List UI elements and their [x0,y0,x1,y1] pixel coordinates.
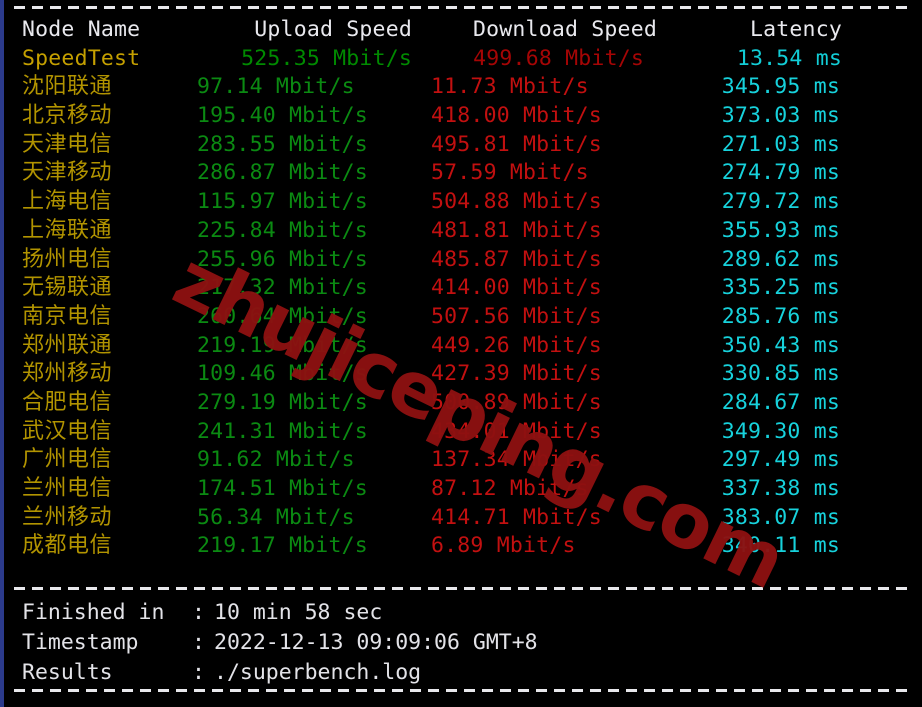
table-row: 天津电信 283.55 Mbit/s 495.81 Mbit/s 271.03 ms [12,131,904,160]
latency-cell: 337.38 ms [721,476,840,501]
latency-cell: 284.67 ms [721,389,840,415]
table-row: 广州电信 91.62 Mbit/s 137.34 Mbit/s 297.49 ms [12,446,904,475]
table-row: 上海联通 225.84 Mbit/s 481.81 Mbit/s 355.93 ms [12,217,904,246]
table-row: 兰州电信 174.51 Mbit/s 87.12 Mbit/s 337.38 ms [12,475,904,504]
footer-value: ./superbench.log [214,660,422,685]
table-row: 成都电信 219.17 Mbit/s 6.89 Mbit/s 340.11 ms [12,532,904,561]
table-body: 沈阳联通 97.14 Mbit/s 11.73 Mbit/s 345.95 ms 北京移… [12,73,904,561]
table-row: 北京移动 195.40 Mbit/s 418.00 Mbit/s 373.03 ms [12,102,904,131]
footer-separator: : [192,600,205,625]
table-row: 兰州移动 56.34 Mbit/s 414.71 Mbit/s 383.07 ms [12,504,904,533]
footer-label: Timestamp [22,630,139,655]
latency-cell: 335.25 ms [721,275,840,301]
latency-cell: 349.30 ms [721,418,840,444]
footer-label: Finished in [22,600,165,625]
latency-cell: 383.07 ms [721,504,840,530]
table-row: 郑州移动 109.46 Mbit/s 427.39 Mbit/s 330.85 ms [12,360,904,389]
footer-line: Results: ./superbench.log [22,658,538,688]
divider-bottom [14,689,914,692]
terminal-window: Node Name Upload Speed Download Speed La… [0,0,922,707]
table-row: 扬州电信 255.96 Mbit/s 485.87 Mbit/s 289.62 ms [12,246,904,275]
summary-latency: 13.54 ms [736,45,842,71]
table-row: 合肥电信 279.19 Mbit/s 500.89 Mbit/s 284.67 ms [12,389,904,418]
latency-cell: 350.43 ms [721,332,840,358]
latency-cell: 271.03 ms [721,131,840,157]
footer-label: Results [22,660,113,685]
latency-cell: 274.79 ms [721,160,840,186]
footer-value: 2022-12-13 09:09:06 GMT+8 [214,630,538,655]
divider-middle [14,587,914,590]
latency-cell: 297.49 ms [721,447,840,473]
table-row: 天津移动 286.87 Mbit/s 57.59 Mbit/s 274.79 ms [12,159,904,188]
table-row: 南京电信 260.64 Mbit/s 507.56 Mbit/s 285.76 ms [12,303,904,332]
table-row-summary: SpeedTest 525.35 Mbit/s 499.68 Mbit/s 13… [12,45,904,74]
table-row: 沈阳联通 97.14 Mbit/s 11.73 Mbit/s 345.95 ms [12,73,904,102]
speedtest-results-table: Node Name Upload Speed Download Speed La… [12,16,904,561]
table-row: 无锡联通 217.32 Mbit/s 414.00 Mbit/s 335.25 ms [12,274,904,303]
divider-top [14,6,914,9]
latency-cell: 279.72 ms [721,189,840,215]
footer-value: 10 min 58 sec [214,600,383,625]
latency-cell: 330.85 ms [721,361,840,387]
table-header-row: Node Name Upload Speed Download Speed La… [12,16,904,45]
footer-separator: : [192,660,205,685]
latency-cell: 340.11 ms [721,533,840,559]
latency-cell: 355.93 ms [721,217,840,243]
table-row: 郑州联通 219.19 Mbit/s 449.26 Mbit/s 350.43 ms [12,332,904,361]
summary-footer: Finished in:10 min 58 sec Timestamp:2022-… [22,598,538,688]
latency-cell: 289.62 ms [721,246,840,272]
table-row: 武汉电信 241.31 Mbit/s 434.01 Mbit/s 349.30 ms [12,418,904,447]
footer-line: Finished in:10 min 58 sec [22,598,538,628]
footer-separator: : [192,630,205,655]
latency-cell: 285.76 ms [721,303,840,329]
latency-cell: 345.95 ms [721,74,840,100]
latency-cell: 373.03 ms [721,103,840,129]
column-header-latency: Latency [749,17,842,42]
footer-line: Timestamp:2022-12-13 09:09:06 GMT+8 [22,628,538,658]
table-row: 上海电信 115.97 Mbit/s 504.88 Mbit/s 279.72 ms [12,188,904,217]
